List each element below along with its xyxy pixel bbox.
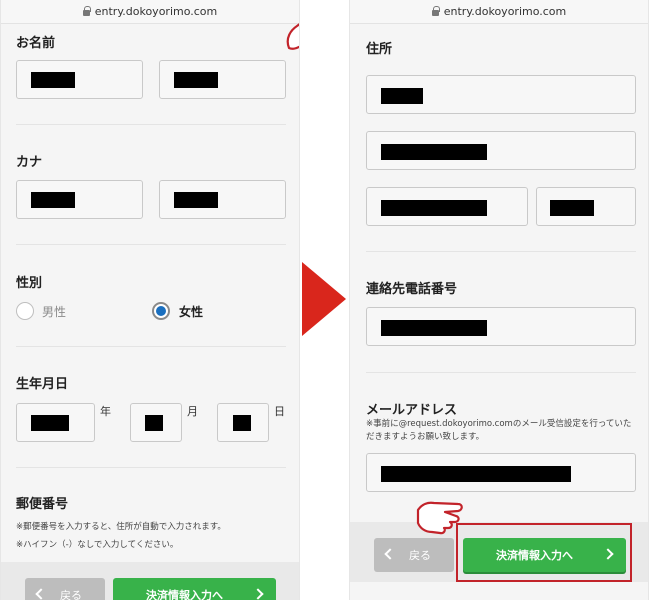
url-text: entry.dokoyorimo.com	[94, 5, 218, 18]
url-text: entry.dokoyorimo.com	[443, 5, 567, 18]
birth-year-input[interactable]	[16, 403, 95, 442]
address-line-1-input[interactable]	[366, 75, 636, 114]
chevron-left-icon	[384, 548, 396, 560]
email-note: ※事前に@request.dokoyorimo.comのメール受信設定を行ってい…	[366, 419, 632, 442]
next-button[interactable]: 決済情報入力へ	[113, 578, 276, 600]
redacted-value	[31, 192, 75, 208]
last-name-input[interactable]	[16, 60, 143, 99]
redacted-value	[174, 192, 218, 208]
first-name-kana-input[interactable]	[159, 180, 286, 219]
day-suffix: 日	[274, 405, 285, 418]
redacted-value	[550, 200, 594, 216]
first-name-input[interactable]	[159, 60, 286, 99]
address-label: 住所	[366, 42, 393, 57]
email-label: メールアドレス	[366, 403, 458, 418]
address-line-4-input[interactable]	[536, 187, 636, 226]
redacted-value	[381, 466, 571, 482]
back-button-label: 戻る	[60, 589, 82, 600]
divider	[16, 467, 286, 468]
gender-female-label: 女性	[179, 305, 204, 319]
triangle-right-icon	[302, 262, 346, 336]
redacted-value	[381, 320, 487, 336]
redacted-value	[233, 415, 251, 431]
gender-male-radio[interactable]	[16, 302, 34, 320]
chevron-right-icon	[252, 588, 264, 600]
last-name-kana-input[interactable]	[16, 180, 143, 219]
stage: entry.dokoyorimo.com お名前 カナ 性別 男性 女性 生年月…	[0, 0, 650, 600]
email-input[interactable]	[366, 453, 636, 492]
url-bar: entry.dokoyorimo.com	[350, 0, 648, 24]
redacted-value	[31, 415, 69, 431]
year-suffix: 年	[100, 405, 111, 418]
footer-bar: 戻る 決済情報入力へ	[1, 562, 299, 600]
phone-screen-right: entry.dokoyorimo.com 住所 連絡先電話番号 メールアドレス …	[349, 0, 649, 600]
redacted-value	[381, 88, 423, 104]
postal-code-label: 郵便番号	[16, 497, 69, 512]
gender-male-label: 男性	[42, 305, 67, 319]
next-button-label: 決済情報入力へ	[146, 589, 223, 600]
divider	[16, 346, 286, 347]
highlight-box	[456, 523, 632, 582]
back-button[interactable]: 戻る	[374, 538, 454, 572]
phone-screen-left: entry.dokoyorimo.com お名前 カナ 性別 男性 女性 生年月…	[0, 0, 300, 600]
month-suffix: 月	[187, 405, 198, 418]
phone-number-label: 連絡先電話番号	[366, 282, 458, 297]
divider	[16, 124, 286, 125]
kana-label: カナ	[16, 155, 43, 170]
redacted-value	[381, 144, 487, 160]
divider	[16, 244, 286, 245]
birthdate-label: 生年月日	[16, 377, 69, 392]
chevron-left-icon	[35, 588, 47, 600]
birth-day-input[interactable]	[217, 403, 269, 442]
address-line-3-input[interactable]	[366, 187, 528, 226]
name-label: お名前	[16, 36, 56, 51]
gender-female-radio[interactable]	[152, 302, 170, 320]
postal-note-2: ※ハイフン（-）なしで入力してください。	[16, 540, 179, 550]
gender-label: 性別	[16, 276, 43, 291]
lock-icon	[82, 5, 91, 16]
divider	[366, 251, 636, 252]
lock-icon	[431, 5, 440, 16]
redacted-value	[381, 200, 487, 216]
redacted-value	[31, 72, 75, 88]
birth-month-input[interactable]	[130, 403, 182, 442]
back-button[interactable]: 戻る	[25, 578, 105, 600]
divider	[366, 372, 636, 373]
postal-note-1: ※郵便番号を入力すると、住所が自動で入力されます。	[16, 522, 226, 532]
redacted-value	[145, 415, 163, 431]
phone-number-input[interactable]	[366, 307, 636, 346]
pointing-hand-icon	[286, 23, 299, 50]
url-bar: entry.dokoyorimo.com	[1, 0, 299, 24]
redacted-value	[174, 72, 218, 88]
address-line-2-input[interactable]	[366, 131, 636, 170]
back-button-label: 戻る	[409, 549, 431, 562]
